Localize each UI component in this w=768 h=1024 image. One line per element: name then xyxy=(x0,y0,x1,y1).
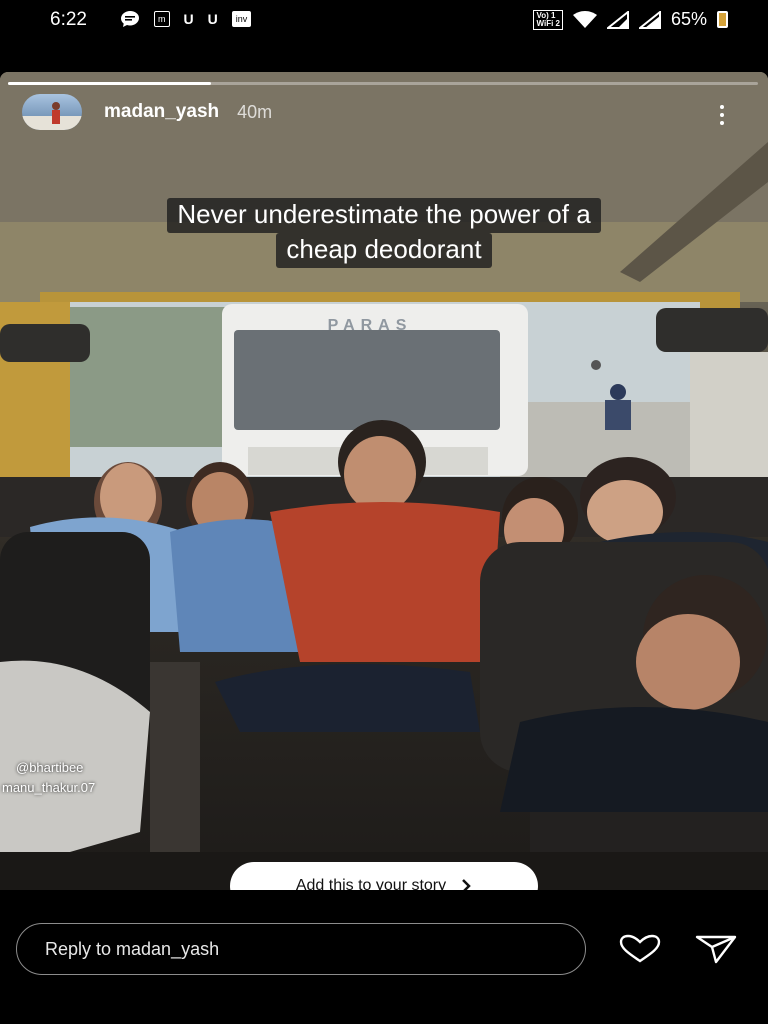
battery-percent: 65% xyxy=(670,9,707,29)
system-icons: Vo) 1 WiFi 2 65% xyxy=(533,9,728,30)
avatar[interactable] xyxy=(22,94,82,130)
clock: 6:22 xyxy=(50,9,87,30)
battery-icon xyxy=(717,11,728,28)
story-username[interactable]: madan_yash xyxy=(104,101,219,123)
message-icon: m xyxy=(154,11,170,27)
mention-tag-1[interactable]: @bhartibee xyxy=(16,760,83,775)
chat-bubble-icon xyxy=(121,11,139,27)
chevron-right-icon xyxy=(462,879,471,890)
signal-icon-2 xyxy=(638,10,661,29)
bus-sign-text: PARAS xyxy=(328,317,413,334)
more-options-icon[interactable] xyxy=(712,100,732,130)
story-progress-fill xyxy=(8,82,211,85)
wifi-icon xyxy=(572,10,597,28)
status-bar: 6:22 m U U inv Vo) 1 WiFi 2 65% xyxy=(0,0,768,40)
reply-placeholder: Reply to madan_yash xyxy=(45,938,220,959)
story-progress-bar xyxy=(8,82,758,85)
story-viewer[interactable]: PARAS madan_yash 40m Never underestimate… xyxy=(0,72,768,890)
volte-badge: Vo) 1 WiFi 2 xyxy=(533,9,563,30)
notif-u2: U xyxy=(207,11,218,27)
add-to-story-button[interactable]: Add this to your story xyxy=(230,862,538,890)
story-caption: Never underestimate the power of a cheap… xyxy=(0,198,768,268)
send-icon[interactable] xyxy=(694,934,738,964)
story-photo: PARAS xyxy=(0,72,768,890)
mention-tag-2[interactable]: manu_thakur.07 xyxy=(2,780,95,795)
caption-line-2: cheap deodorant xyxy=(276,233,492,268)
add-to-story-label: Add this to your story xyxy=(295,877,447,890)
heart-icon[interactable] xyxy=(618,934,662,964)
inshorts-icon: inv xyxy=(231,11,252,27)
signal-icon xyxy=(606,10,629,29)
reply-bar: Reply to madan_yash xyxy=(0,890,768,1024)
story-header: madan_yash 40m xyxy=(22,94,272,130)
caption-line-1: Never underestimate the power of a xyxy=(167,198,601,233)
reply-input[interactable]: Reply to madan_yash xyxy=(16,923,586,975)
story-time: 40m xyxy=(237,101,273,122)
notification-icons: m U U inv xyxy=(120,10,252,28)
notif-u1: U xyxy=(183,11,194,27)
